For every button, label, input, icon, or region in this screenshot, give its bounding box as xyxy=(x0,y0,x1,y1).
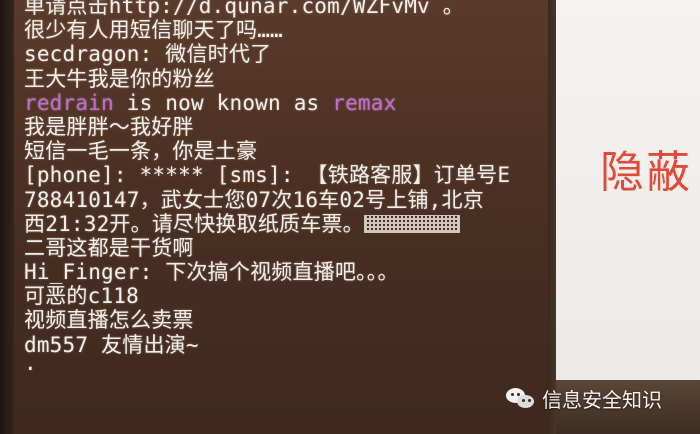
terminal-line: 二哥这都是干货啊 xyxy=(24,235,194,260)
terminal-line: · xyxy=(24,356,37,381)
terminal-line: 很少有人用短信聊天了吗…… xyxy=(24,18,283,43)
terminal-line: [phone]: ***** [sms]: 【铁路客服】订单号E xyxy=(24,163,511,188)
terminal-window: 单请点击http://d.qunar.com/WZFvMv 。 很少有人用短信聊… xyxy=(14,0,554,434)
terminal-line: 视频直播怎么卖票 xyxy=(24,308,194,333)
wechat-icon xyxy=(506,386,536,412)
photo-scene: 单请点击http://d.qunar.com/WZFvMv 。 很少有人用短信聊… xyxy=(0,0,700,434)
slide-title: 隐蔽 xyxy=(600,147,692,198)
new-nick: remax xyxy=(332,90,397,115)
nick-change-text: is now known as xyxy=(113,90,333,115)
terminal-line: 788410147，武女士您07次16车02号上铺,北京 xyxy=(24,187,484,212)
nick-change-line: redrain is now known as remax xyxy=(24,91,554,115)
terminal-line: Hi_Finger: 下次搞个视频直播吧。。。 xyxy=(24,260,399,285)
watermark-text: 信息安全知识 xyxy=(542,388,662,412)
terminal-line: 可恶的c118 xyxy=(24,284,139,309)
terminal-line: 我是胖胖～我好胖 xyxy=(24,114,194,139)
unrenderable-glyph-block xyxy=(363,214,460,233)
terminal-line: dm557 友情出演~ xyxy=(24,332,199,357)
old-nick: redrain xyxy=(24,90,114,115)
terminal-line: 单请点击http://d.qunar.com/WZFvMv 。 xyxy=(24,0,464,18)
terminal-line-text: 西21:32开。请尽快换取纸质车票。 xyxy=(24,211,364,236)
terminal-line: 短信一毛一条，你是土豪 xyxy=(24,139,258,164)
watermark: 信息安全知识 xyxy=(506,384,662,413)
terminal-line-with-glyph: 西21:32开。请尽快换取纸质车票。 xyxy=(24,212,554,236)
terminal-line: 王大牛我是你的粉丝 xyxy=(24,66,215,91)
terminal-line: secdragon: 微信时代了 xyxy=(24,42,272,67)
